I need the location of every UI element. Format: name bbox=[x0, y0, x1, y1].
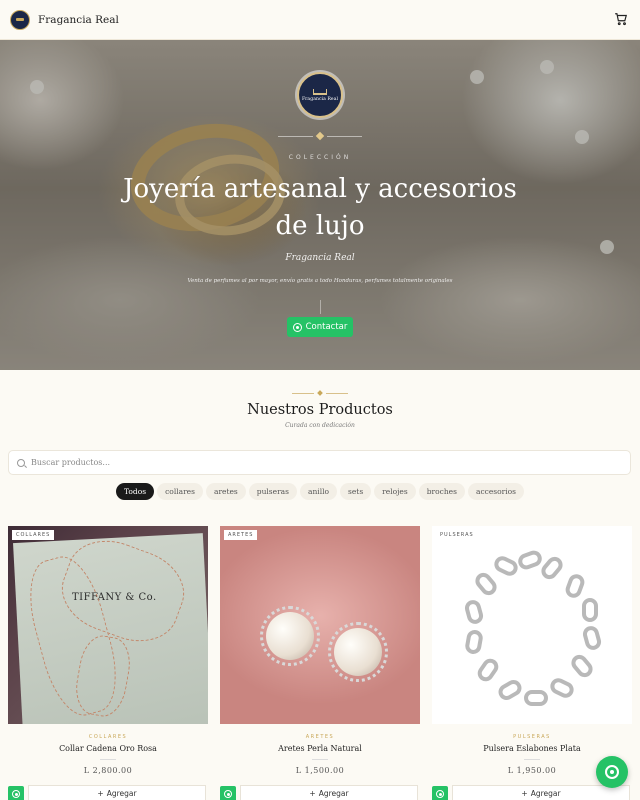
product-image[interactable]: PULSERAS bbox=[432, 526, 632, 724]
whatsapp-icon bbox=[12, 790, 20, 798]
product-category: COLLARES bbox=[88, 734, 128, 740]
filter-collares[interactable]: collares bbox=[157, 483, 203, 500]
whatsapp-icon bbox=[436, 790, 444, 798]
product-image[interactable]: TIFFANY & Co. COLLARES bbox=[8, 526, 208, 724]
cart-icon[interactable] bbox=[614, 12, 628, 26]
search-bar[interactable] bbox=[8, 450, 631, 475]
hero-title: Joyería artesanal y accesorios de lujo bbox=[123, 174, 517, 241]
plus-icon: + bbox=[521, 789, 528, 798]
whatsapp-order-button[interactable] bbox=[432, 786, 448, 800]
top-bar: Fragancia Real bbox=[0, 0, 640, 40]
filter-relojes[interactable]: relojes bbox=[374, 483, 416, 500]
filter-anillo[interactable]: anillo bbox=[300, 483, 338, 500]
whatsapp-icon bbox=[224, 790, 232, 798]
search-input[interactable] bbox=[31, 458, 591, 467]
filter-pulseras[interactable]: pulseras bbox=[248, 483, 297, 500]
hero-description: Venta de perfumes al por mayor, envío gr… bbox=[187, 278, 453, 284]
whatsapp-icon bbox=[292, 322, 302, 332]
filter-broches[interactable]: broches bbox=[418, 483, 465, 500]
contact-button[interactable]: Contactar bbox=[287, 317, 353, 337]
product-category: PULSERAS bbox=[513, 734, 551, 740]
product-card: ARETES ARETES Aretes Perla Natural L 1,5… bbox=[220, 526, 420, 800]
contact-button-label: Contactar bbox=[305, 322, 348, 332]
brand-name[interactable]: Fragancia Real bbox=[38, 14, 119, 26]
brand-logo[interactable] bbox=[10, 9, 30, 30]
section-title: Nuestros Productos bbox=[247, 402, 393, 418]
product-price: L 1,500.00 bbox=[295, 766, 345, 775]
whatsapp-order-button[interactable] bbox=[8, 786, 24, 800]
product-category: ARETES bbox=[305, 734, 335, 740]
category-filters: Todos collares aretes pulseras anillo se… bbox=[0, 483, 640, 500]
product-name[interactable]: Collar Cadena Oro Rosa bbox=[8, 744, 208, 753]
product-name[interactable]: Pulsera Eslabones Plata bbox=[432, 744, 632, 753]
section-subtitle: Curada con dedicación bbox=[285, 422, 355, 429]
floating-whatsapp-button[interactable] bbox=[596, 756, 628, 788]
hero-banner: Fragancia Real COLECCIÓN Joyería artesan… bbox=[0, 40, 640, 370]
whatsapp-icon bbox=[605, 765, 619, 779]
plus-icon: + bbox=[97, 789, 104, 798]
hero-subtitle: Fragancia Real bbox=[285, 253, 355, 263]
search-icon bbox=[17, 458, 25, 467]
product-price: L 2,800.00 bbox=[83, 766, 133, 775]
diamond-ornament-icon bbox=[317, 390, 323, 396]
filter-accesorios[interactable]: accesorios bbox=[467, 483, 524, 500]
plus-icon: + bbox=[309, 789, 316, 798]
category-tag: COLLARES bbox=[12, 530, 55, 540]
add-to-cart-button[interactable]: + Agregar bbox=[452, 785, 630, 800]
hero-logo: Fragancia Real bbox=[297, 72, 343, 118]
product-image[interactable]: ARETES bbox=[220, 526, 420, 724]
crown-icon bbox=[313, 88, 327, 95]
product-card: TIFFANY & Co. COLLARES COLLARES Collar C… bbox=[8, 526, 208, 800]
filter-todos[interactable]: Todos bbox=[116, 483, 155, 500]
product-name[interactable]: Aretes Perla Natural bbox=[220, 744, 420, 753]
filter-aretes[interactable]: aretes bbox=[205, 483, 246, 500]
hero-eyebrow: COLECCIÓN bbox=[288, 154, 352, 161]
category-tag: PULSERAS bbox=[436, 530, 478, 540]
add-to-cart-button[interactable]: + Agregar bbox=[240, 785, 418, 800]
add-to-cart-button[interactable]: + Agregar bbox=[28, 785, 206, 800]
whatsapp-order-button[interactable] bbox=[220, 786, 236, 800]
filter-sets[interactable]: sets bbox=[340, 483, 372, 500]
category-tag: ARETES bbox=[224, 530, 258, 540]
